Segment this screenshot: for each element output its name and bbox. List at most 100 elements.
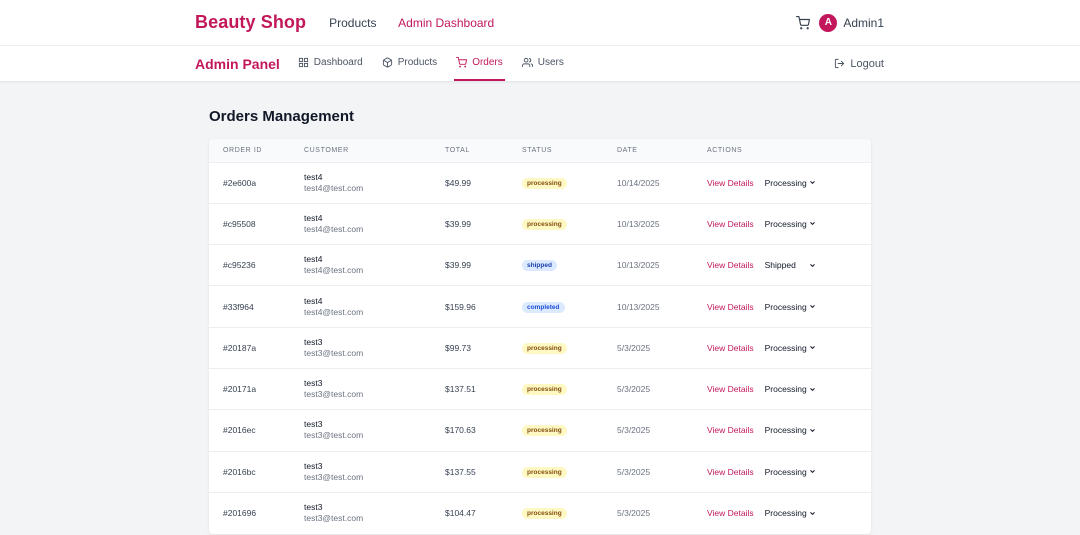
status-select[interactable]: Processing bbox=[765, 467, 816, 477]
order-id: #20171a bbox=[209, 367, 290, 410]
view-details-link[interactable]: View Details bbox=[707, 302, 754, 312]
view-details-link[interactable]: View Details bbox=[707, 178, 754, 188]
page-title: Orders Management bbox=[209, 108, 355, 125]
status-select[interactable]: Processing bbox=[765, 178, 816, 188]
logout-button[interactable]: Logout bbox=[834, 46, 884, 81]
view-details-link[interactable]: View Details bbox=[707, 425, 754, 435]
tab-products-label: Products bbox=[397, 57, 438, 68]
customer-name: test3 bbox=[304, 378, 323, 389]
order-date: 5/3/2025 bbox=[603, 491, 693, 534]
view-details-link[interactable]: View Details bbox=[707, 219, 754, 229]
customer-cell: test4 test4@test.com bbox=[290, 161, 431, 204]
order-date: 10/13/2025 bbox=[603, 285, 693, 328]
order-id: #c95236 bbox=[209, 244, 290, 286]
view-details-link[interactable]: View Details bbox=[707, 508, 754, 518]
admin-nav-bar: Admin Panel Dashboard Products Orders Us… bbox=[0, 46, 1080, 82]
logout-label: Logout bbox=[850, 57, 884, 70]
status-cell: processing bbox=[508, 367, 603, 410]
status-select[interactable]: Processing bbox=[765, 425, 816, 435]
status-select-value: Shipped bbox=[764, 260, 796, 271]
status-select-value: Processing bbox=[764, 218, 807, 229]
customer-cell: test3 test3@test.com bbox=[290, 367, 431, 410]
chevron-down-icon bbox=[809, 305, 815, 308]
actions-cell: View Details Processing bbox=[693, 202, 871, 245]
main-content: Orders Management ORDER ID CUSTOMER TOTA… bbox=[0, 82, 1080, 534]
status-select[interactable]: Processing bbox=[765, 384, 816, 394]
order-id: #2e600a bbox=[209, 161, 290, 204]
order-date: 5/3/2025 bbox=[603, 367, 693, 410]
customer-name: test4 bbox=[304, 212, 323, 223]
box-icon bbox=[382, 57, 392, 68]
table-row: #33f964 test4 test4@test.com $159.96 com… bbox=[209, 285, 871, 328]
col-order-id: ORDER ID bbox=[223, 146, 263, 154]
status-badge: processing bbox=[522, 218, 567, 230]
nav-admin-dashboard-link[interactable]: Admin Dashboard bbox=[398, 16, 494, 30]
tab-orders[interactable]: Orders bbox=[454, 46, 505, 81]
status-select[interactable]: Processing bbox=[765, 508, 816, 518]
table-row: #201696 test3 test3@test.com $104.47 pro… bbox=[209, 491, 871, 534]
top-header: Beauty Shop Products Admin Dashboard A A… bbox=[0, 0, 1080, 46]
actions-cell: View Details Processing bbox=[693, 161, 871, 204]
actions-cell: View Details Processing bbox=[693, 367, 871, 410]
view-details-link[interactable]: View Details bbox=[707, 343, 754, 353]
status-select-value: Processing bbox=[764, 508, 807, 519]
order-id: #2016ec bbox=[209, 409, 290, 452]
tab-users[interactable]: Users bbox=[520, 46, 566, 81]
order-total: $170.63 bbox=[431, 409, 508, 452]
status-select[interactable]: Processing bbox=[765, 302, 816, 312]
status-select[interactable]: Processing bbox=[765, 343, 816, 353]
avatar[interactable]: A bbox=[819, 13, 838, 32]
table-row: #20187a test3 test3@test.com $99.73 proc… bbox=[209, 326, 871, 369]
order-total: $159.96 bbox=[431, 285, 508, 328]
status-cell: shipped bbox=[508, 244, 603, 286]
status-select-value: Processing bbox=[764, 384, 807, 395]
col-actions: ACTIONS bbox=[707, 146, 743, 154]
chevron-down-icon bbox=[810, 263, 815, 267]
tab-orders-label: Orders bbox=[472, 57, 503, 68]
customer-cell: test4 test4@test.com bbox=[290, 202, 431, 245]
order-id: #c95508 bbox=[209, 202, 290, 245]
admin-panel-title: Admin Panel bbox=[195, 55, 280, 72]
customer-email: test4@test.com bbox=[304, 223, 364, 234]
cart-icon bbox=[456, 57, 468, 68]
username-label[interactable]: Admin1 bbox=[843, 16, 884, 30]
order-date: 10/13/2025 bbox=[603, 244, 693, 286]
customer-email: test4@test.com bbox=[304, 182, 364, 193]
nav-products-link[interactable]: Products bbox=[329, 16, 376, 30]
status-select[interactable]: Shipped bbox=[765, 260, 816, 270]
customer-email: test3@test.com bbox=[304, 430, 364, 441]
customer-name: test3 bbox=[304, 336, 323, 347]
view-details-link[interactable]: View Details bbox=[707, 467, 754, 477]
customer-email: test3@test.com bbox=[304, 471, 364, 482]
order-total: $104.47 bbox=[431, 491, 508, 534]
view-details-link[interactable]: View Details bbox=[707, 384, 754, 394]
view-details-link[interactable]: View Details bbox=[707, 260, 754, 270]
col-date: DATE bbox=[617, 146, 638, 154]
order-total: $99.73 bbox=[431, 326, 508, 369]
cart-icon[interactable] bbox=[795, 15, 811, 31]
orders-table-card: ORDER ID CUSTOMER TOTAL STATUS DATE ACTI… bbox=[209, 139, 871, 534]
status-select-value: Processing bbox=[764, 342, 807, 353]
customer-email: test4@test.com bbox=[304, 306, 364, 317]
order-id: #201696 bbox=[209, 491, 290, 534]
grid-icon bbox=[298, 57, 308, 68]
status-select[interactable]: Processing bbox=[765, 219, 816, 229]
customer-cell: test3 test3@test.com bbox=[290, 326, 431, 369]
actions-cell: View Details Processing bbox=[693, 326, 871, 369]
brand-logo[interactable]: Beauty Shop bbox=[195, 12, 306, 33]
tab-products[interactable]: Products bbox=[380, 46, 439, 81]
order-date: 5/3/2025 bbox=[603, 409, 693, 452]
user-area: A Admin1 bbox=[795, 13, 884, 32]
status-cell: processing bbox=[508, 326, 603, 369]
actions-cell: View Details Processing bbox=[693, 491, 871, 534]
col-status: STATUS bbox=[522, 146, 553, 154]
tab-users-label: Users bbox=[537, 57, 564, 68]
tab-dashboard-label: Dashboard bbox=[313, 57, 363, 68]
order-total: $49.99 bbox=[431, 161, 508, 204]
order-id: #2016bc bbox=[209, 450, 290, 493]
customer-cell: test3 test3@test.com bbox=[290, 409, 431, 452]
tab-dashboard[interactable]: Dashboard bbox=[296, 46, 365, 81]
customer-email: test3@test.com bbox=[304, 347, 364, 358]
table-row: #c95508 test4 test4@test.com $39.99 proc… bbox=[209, 202, 871, 245]
chevron-down-icon bbox=[809, 470, 815, 474]
